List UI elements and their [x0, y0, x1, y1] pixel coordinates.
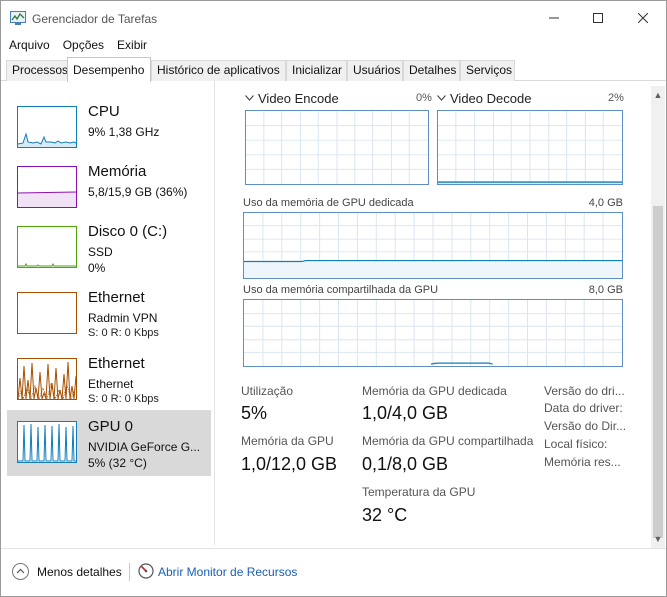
ethernet-title: Ethernet — [88, 355, 145, 372]
tab-strip: Processos Desempenho Histórico de aplica… — [1, 57, 666, 82]
disk-type: SSD — [88, 245, 113, 259]
menu-exibir[interactable]: Exibir — [117, 35, 147, 55]
versao-directx-label: Versão do Dir... — [544, 419, 627, 433]
memoria-dedicada-value: 1,0/4,0 GB — [362, 403, 449, 423]
scroll-down-arrow-icon[interactable]: ▼ — [653, 534, 663, 544]
resource-list: CPU 9% 1,38 GHz Memória 5,8/15,9 GB (36%… — [1, 81, 215, 545]
tab-inicializar[interactable]: Inicializar — [286, 60, 347, 81]
menu-arquivo[interactable]: Arquivo — [9, 35, 50, 55]
disk-usage: 0% — [88, 261, 106, 275]
engine-right-percent: 2% — [608, 92, 624, 104]
vertical-scrollbar[interactable]: ▲ ▼ — [651, 86, 665, 548]
footer-divider — [129, 563, 130, 581]
memoria-compartilhada-value: 0,1/8,0 GB — [362, 454, 449, 474]
gpu-usage-temp: 5% (32 °C) — [88, 456, 147, 470]
memoria-dedicada-label: Memória da GPU dedicada — [362, 384, 507, 398]
task-manager-icon — [10, 11, 26, 25]
maximize-button[interactable] — [575, 1, 621, 35]
dedicated-memory-max: 4,0 GB — [588, 197, 623, 209]
memory-subtitle: 5,8/15,9 GB (36%) — [88, 185, 188, 199]
dedicated-memory-graph — [243, 212, 623, 279]
utilizacao-value: 5% — [241, 403, 268, 423]
footer-bar: Menos detalhes Abrir Monitor de Recursos — [1, 548, 666, 596]
window-title: Gerenciador de Tarefas — [32, 12, 158, 26]
ethernet-vpn-throughput: S: 0 R: 0 Kbps — [88, 327, 159, 339]
memoria-reservada-label: Memória res... — [544, 455, 621, 469]
ethernet-throughput: S: 0 R: 0 Kbps — [88, 393, 159, 405]
menu-opcoes[interactable]: Opções — [63, 35, 104, 55]
ethernet-thumbnail-graph — [17, 358, 77, 400]
disk-thumbnail-graph — [17, 226, 77, 268]
cpu-thumbnail-graph — [17, 106, 77, 148]
sidebar-item-memory[interactable]: Memória 5,8/15,9 GB (36%) — [7, 155, 211, 221]
tab-servicos[interactable]: Serviços — [460, 60, 515, 81]
disk-title: Disco 0 (C:) — [88, 223, 168, 240]
memoria-compartilhada-label: Memória da GPU compartilhada — [362, 434, 534, 448]
tab-detalhes[interactable]: Detalhes — [403, 60, 460, 81]
resource-monitor-icon[interactable] — [138, 563, 154, 579]
scroll-up-arrow-icon[interactable]: ▲ — [653, 90, 663, 100]
title-bar: Gerenciador de Tarefas — [1, 1, 666, 35]
sidebar-item-gpu[interactable]: GPU 0 NVIDIA GeForce G... 5% (32 °C) — [7, 410, 211, 476]
sidebar-item-cpu[interactable]: CPU 9% 1,38 GHz — [7, 95, 211, 161]
ethernet-vpn-title: Ethernet — [88, 289, 145, 306]
ethernet-vpn-adapter: Radmin VPN — [88, 311, 158, 325]
data-driver-label: Data do driver: — [544, 401, 623, 415]
chevron-up-icon — [16, 568, 25, 574]
tab-historico[interactable]: Histórico de aplicativos — [151, 60, 286, 81]
gpu-model: NVIDIA GeForce G... — [88, 440, 201, 454]
task-manager-window: Gerenciador de Tarefas Arquivo Opções Ex… — [0, 0, 667, 597]
tab-processos[interactable]: Processos — [6, 60, 68, 81]
engine-selector-right[interactable]: Video Decode — [450, 91, 531, 106]
chevron-down-icon[interactable] — [245, 95, 254, 101]
minimize-button[interactable] — [531, 1, 577, 35]
gpu-thumbnail-graph — [17, 421, 77, 463]
memoria-gpu-label: Memória da GPU — [241, 434, 334, 448]
temperatura-value: 32 °C — [362, 505, 408, 525]
engine-left-percent: 0% — [416, 92, 432, 104]
shared-memory-label: Uso da memória compartilhada da GPU — [243, 284, 439, 296]
utilizacao-label: Utilização — [241, 384, 294, 398]
memory-thumbnail-graph — [17, 166, 77, 208]
shared-memory-graph — [243, 299, 623, 367]
video-encode-graph — [245, 110, 429, 185]
local-fisico-label: Local físico: — [544, 437, 608, 451]
fewer-details-button[interactable] — [12, 563, 29, 580]
tab-desempenho[interactable]: Desempenho — [67, 57, 151, 82]
memoria-gpu-value: 1,0/12,0 GB — [241, 454, 338, 474]
versao-driver-label: Versão do dri... — [544, 384, 625, 398]
gpu-title: GPU 0 — [88, 418, 134, 435]
minimize-icon — [549, 17, 559, 19]
ethernet-adapter: Ethernet — [88, 377, 134, 391]
engine-selector-left[interactable]: Video Encode — [258, 91, 339, 106]
close-button[interactable] — [620, 1, 666, 35]
sidebar-item-disk[interactable]: Disco 0 (C:) SSD 0% — [7, 215, 211, 281]
open-resource-monitor-link[interactable]: Abrir Monitor de Recursos — [158, 565, 297, 579]
scroll-thumb[interactable] — [653, 206, 663, 538]
memory-title: Memória — [88, 163, 147, 180]
fewer-details-link[interactable]: Menos detalhes — [37, 565, 122, 579]
menu-bar: Arquivo Opções Exibir — [1, 35, 666, 55]
chevron-down-icon[interactable] — [437, 95, 446, 101]
tab-usuarios[interactable]: Usuários — [347, 60, 403, 81]
cpu-title: CPU — [88, 103, 120, 120]
dedicated-memory-label: Uso da memória de GPU dedicada — [243, 197, 414, 209]
shared-memory-max: 8,0 GB — [588, 284, 623, 296]
cpu-subtitle: 9% 1,38 GHz — [88, 125, 160, 139]
gpu-detail-pane: Video Encode 0% Video Decode 2% Uso da m… — [216, 81, 651, 545]
ethernet-vpn-thumbnail-graph — [17, 292, 77, 334]
video-decode-graph — [437, 110, 623, 185]
maximize-icon — [593, 13, 603, 23]
close-icon — [638, 13, 648, 23]
sidebar-item-ethernet-vpn[interactable]: Ethernet Radmin VPN S: 0 R: 0 Kbps — [7, 281, 211, 347]
temperatura-label: Temperatura da GPU — [362, 485, 476, 499]
sidebar-item-ethernet[interactable]: Ethernet Ethernet S: 0 R: 0 Kbps — [7, 347, 211, 413]
